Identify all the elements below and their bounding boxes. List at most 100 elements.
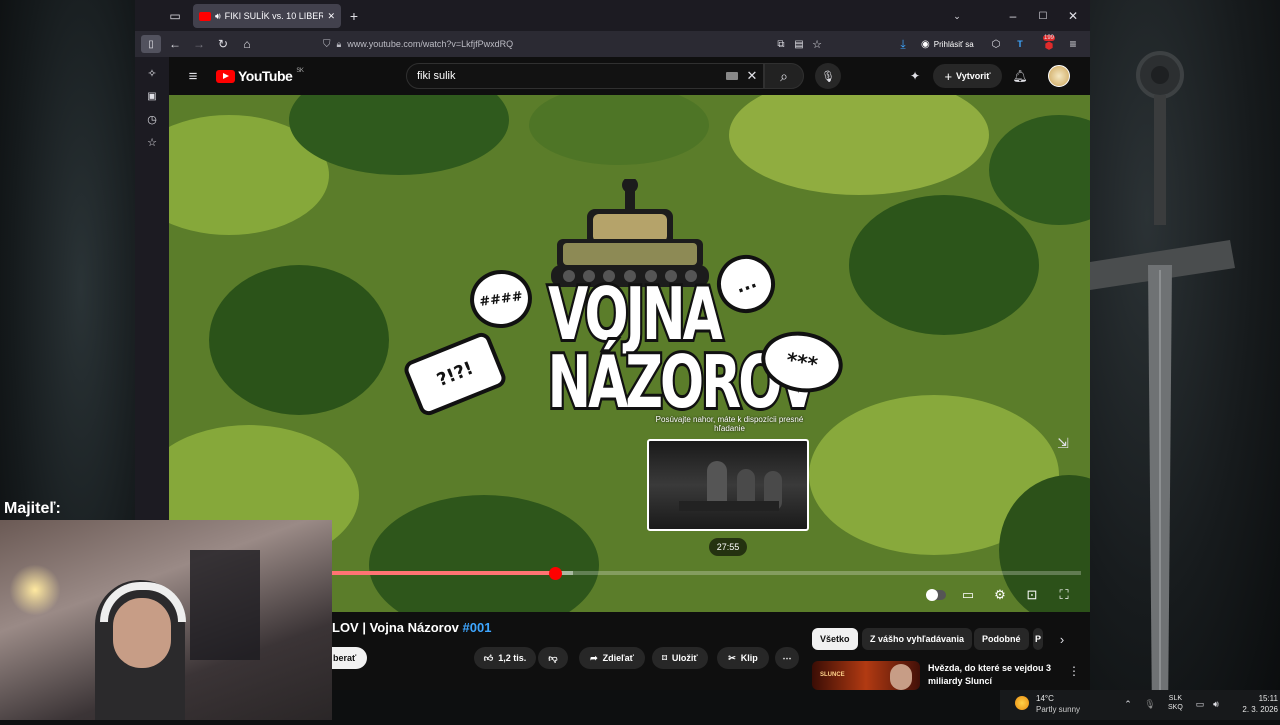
notifications-bell-icon[interactable]: 🔔︎ bbox=[1011, 67, 1029, 85]
like-button[interactable]: 👍︎ 1,2 tis. bbox=[474, 647, 536, 669]
keyboard-icon[interactable] bbox=[726, 72, 738, 80]
voice-search-icon[interactable]: 🎙︎ bbox=[815, 63, 841, 89]
synced-tabs-icon[interactable]: ▣ bbox=[144, 88, 160, 104]
miniplayer-icon[interactable]: ⊡ bbox=[1021, 584, 1043, 606]
more-actions-button[interactable]: ⋯ bbox=[775, 647, 799, 669]
youtube-region-code: SK bbox=[296, 68, 304, 74]
bookmark-icon: ⌑ bbox=[662, 652, 667, 663]
share-label: Zdieľať bbox=[602, 653, 634, 663]
create-button[interactable]: + Vytvoriť bbox=[933, 64, 1002, 88]
bookmarks-icon[interactable]: ☆ bbox=[144, 134, 160, 150]
forward-icon[interactable]: → bbox=[191, 36, 207, 52]
save-button[interactable]: ⌑ Uložiť bbox=[652, 647, 708, 669]
close-window-icon[interactable]: ✕ bbox=[1065, 8, 1081, 24]
dislike-button[interactable]: 👎︎ bbox=[538, 647, 568, 669]
clip-label: Klip bbox=[740, 653, 758, 663]
subscribe-button[interactable]: berať bbox=[329, 647, 367, 669]
language-indicator[interactable]: SLK SKQ bbox=[1168, 694, 1183, 712]
nav-toolbar: ▯ ← → ↻ ⌂ ⛉ 🔒︎ www.youtube.com/watch?v=L… bbox=[135, 31, 1090, 57]
clear-search-icon[interactable]: ✕ bbox=[744, 68, 760, 84]
download-icon[interactable]: ⤓ bbox=[895, 36, 911, 52]
weather-temperature[interactable]: 14°C bbox=[1036, 694, 1054, 703]
progress-scrubber[interactable] bbox=[548, 567, 562, 580]
seek-preview-time: 27:55 bbox=[709, 538, 747, 556]
chip-all[interactable]: Všetko bbox=[812, 628, 858, 650]
camo-blob bbox=[989, 115, 1090, 225]
url-text[interactable]: www.youtube.com/watch?v=LkfjfPwxdRQ bbox=[347, 39, 513, 49]
clock[interactable]: 15:11 2. 3. 2026 bbox=[1232, 694, 1278, 716]
search-button[interactable]: ⌕ bbox=[764, 63, 804, 89]
shield-icon[interactable]: ⛉ bbox=[323, 39, 331, 50]
bookmark-star-icon[interactable]: ☆ bbox=[809, 36, 825, 52]
lock-icon[interactable]: 🔒︎ bbox=[337, 39, 342, 50]
video-title: LOV | Vojna Názorov #001 bbox=[332, 620, 491, 635]
tab-list-icon[interactable]: ▭ bbox=[167, 8, 183, 24]
chip-related[interactable]: Podobné bbox=[974, 628, 1029, 650]
clip-button[interactable]: ✂ Klip bbox=[717, 647, 769, 669]
youtube-logo[interactable]: YouTube SK bbox=[216, 68, 304, 84]
share-button[interactable]: ➦ Zdieľať bbox=[579, 647, 645, 669]
maximize-icon[interactable]: ☐ bbox=[1035, 8, 1051, 24]
recommendation-menu-icon[interactable]: ⋮ bbox=[1068, 664, 1080, 678]
new-tab-icon[interactable]: + bbox=[346, 8, 362, 24]
speech-bubble: #### bbox=[466, 265, 536, 333]
minimize-icon[interactable]: – bbox=[1005, 8, 1021, 24]
fullscreen-icon[interactable]: ⛶ bbox=[1053, 584, 1075, 606]
video-title-art: VOJNA NÁZOROV bbox=[545, 275, 820, 460]
home-icon[interactable]: ⌂ bbox=[239, 36, 255, 52]
video-hashtag[interactable]: #001 bbox=[463, 620, 492, 635]
camo-blob bbox=[529, 95, 709, 165]
recommendation-thumb-label: SLUNCE bbox=[820, 672, 845, 678]
volume-icon[interactable]: 🔊︎ bbox=[1210, 698, 1222, 710]
youtube-favicon-icon bbox=[199, 11, 211, 21]
search-input[interactable]: fiki sulik ✕ bbox=[406, 63, 764, 89]
adblock-extension-icon[interactable]: 199 ⬢ bbox=[1041, 34, 1057, 52]
weather-sun-icon[interactable] bbox=[1015, 696, 1029, 710]
player-controls: ▭ ⚙ ⊡ ⛶ bbox=[919, 581, 1089, 609]
more-dots-icon: ⋯ bbox=[782, 652, 792, 663]
autoplay-toggle-icon[interactable] bbox=[925, 584, 947, 606]
sidebar-toggle-icon[interactable]: ▯ bbox=[141, 35, 161, 53]
close-tab-icon[interactable]: ✕ bbox=[327, 11, 335, 22]
tray-expand-icon[interactable]: ⌃ bbox=[1122, 698, 1134, 710]
recommendation-thumbnail[interactable]: SLUNCE bbox=[812, 661, 920, 690]
chevron-right-icon[interactable]: › bbox=[1053, 630, 1071, 648]
sign-in-button[interactable]: ◉ Prihlásiť sa bbox=[921, 36, 974, 52]
address-bar[interactable]: ⛉ 🔒︎ www.youtube.com/watch?v=LkfjfPwxdRQ bbox=[323, 33, 823, 55]
reader-view-icon[interactable]: ▤ bbox=[791, 36, 807, 52]
save-label: Uložiť bbox=[671, 653, 698, 663]
expand-corner-icon[interactable]: ⇲ bbox=[1052, 433, 1074, 453]
thumbs-down-icon: 👎︎ bbox=[548, 652, 558, 663]
recommendation-face bbox=[890, 664, 912, 690]
desktop-wallpaper-right bbox=[1090, 0, 1280, 720]
speaker-icon[interactable]: 🔊︎ bbox=[215, 11, 221, 22]
extensions-icon[interactable]: ⬡ bbox=[988, 36, 1004, 52]
weather-condition[interactable]: Partly sunny bbox=[1036, 705, 1080, 714]
recommendation-title[interactable]: Hvězda, do které se vejdou 3 miliardy Sl… bbox=[928, 662, 1068, 687]
settings-gear-icon[interactable]: ⚙ bbox=[989, 584, 1011, 606]
subtitles-icon[interactable]: ▭ bbox=[957, 584, 979, 606]
back-icon[interactable]: ← bbox=[167, 36, 183, 52]
chip-partial[interactable]: P bbox=[1033, 628, 1043, 650]
seek-preview-thumbnail bbox=[647, 439, 809, 531]
menu-icon[interactable]: ≡ bbox=[1065, 36, 1081, 52]
plus-icon: + bbox=[944, 68, 953, 84]
search-value: fiki sulik bbox=[417, 70, 456, 82]
avatar[interactable] bbox=[1048, 65, 1070, 87]
chip-from-search[interactable]: Z vášho vyhľadávania bbox=[862, 628, 973, 650]
tab-active[interactable]: 🔊︎ FIKI SULÍK vs. 10 LIBERÁLOV ✕ bbox=[193, 4, 341, 28]
ai-sparkle-icon[interactable]: ✦ bbox=[906, 67, 924, 85]
picture-in-picture-icon[interactable]: ⧉ bbox=[773, 36, 789, 52]
chevron-down-icon[interactable]: ⌄ bbox=[949, 8, 965, 24]
hamburger-menu-icon[interactable]: ≡ bbox=[183, 67, 203, 85]
taskbar-tray: 14°C Partly sunny ⌃ 🎙︎ SLK SKQ ▭ 🔊︎ 15:1… bbox=[1000, 690, 1280, 720]
reload-icon[interactable]: ↻ bbox=[215, 36, 231, 52]
ai-chat-icon[interactable]: ✧ bbox=[144, 65, 160, 81]
mic-tray-icon[interactable]: 🎙︎ bbox=[1144, 698, 1156, 710]
history-icon[interactable]: ◷ bbox=[144, 111, 160, 127]
camo-blob bbox=[849, 195, 1039, 335]
fairy-lights bbox=[5, 560, 65, 620]
tab-title: FIKI SULÍK vs. 10 LIBERÁLOV bbox=[224, 11, 324, 21]
translate-extension-icon[interactable]: T bbox=[1012, 36, 1028, 52]
display-tray-icon[interactable]: ▭ bbox=[1194, 698, 1206, 710]
